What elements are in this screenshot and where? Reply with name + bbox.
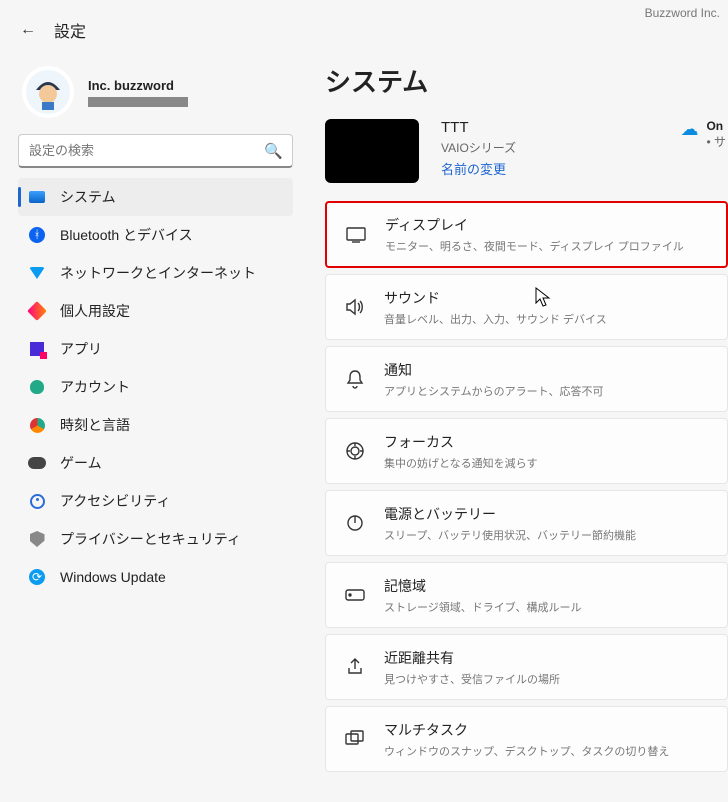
sidebar-item-windows-update[interactable]: ⟳ Windows Update: [18, 558, 293, 596]
sidebar-item-label: ゲーム: [60, 453, 102, 473]
sidebar-item-label: プライバシーとセキュリティ: [60, 529, 241, 549]
sidebar-item-label: アクセシビリティ: [60, 491, 170, 511]
avatar: [22, 66, 74, 118]
share-icon: [344, 658, 366, 676]
card-power[interactable]: 電源とバッテリースリープ、バッテリ使用状況、バッテリー節約機能: [325, 490, 728, 556]
bell-icon: [344, 369, 366, 389]
card-title: 電源とバッテリー: [384, 504, 636, 524]
device-name: TTT: [441, 119, 516, 136]
focus-icon: [344, 441, 366, 461]
brush-icon: [28, 302, 46, 320]
sidebar-item-bluetooth[interactable]: ᚼ Bluetooth とデバイス: [18, 216, 293, 254]
card-sub: ウィンドウのスナップ、デスクトップ、タスクの切り替え: [384, 743, 669, 759]
sidebar-item-label: 時刻と言語: [60, 415, 130, 435]
card-sub: ストレージ領域、ドライブ、構成ルール: [384, 599, 581, 615]
settings-list: ディスプレイモニター、明るさ、夜間モード、ディスプレイ プロファイル サウンド音…: [325, 201, 728, 772]
card-title: 近距離共有: [384, 648, 560, 668]
device-thumbnail: [325, 119, 419, 183]
back-icon[interactable]: ←: [20, 21, 36, 39]
card-sub: 見つけやすさ、受信ファイルの場所: [384, 671, 560, 687]
card-sub: スリープ、バッテリ使用状況、バッテリー節約機能: [384, 527, 636, 543]
sidebar-item-label: Bluetooth とデバイス: [60, 225, 193, 245]
power-icon: [344, 514, 366, 532]
search-input[interactable]: [18, 134, 293, 168]
multitask-icon: [344, 730, 366, 748]
sidebar-item-system[interactable]: システム: [18, 178, 293, 216]
onedrive-block[interactable]: ☁ On • サ: [680, 119, 728, 150]
sidebar-item-personalization[interactable]: 個人用設定: [18, 292, 293, 330]
sidebar-item-label: Windows Update: [60, 569, 166, 585]
search-box[interactable]: 🔍: [18, 134, 293, 168]
sidebar-item-label: アカウント: [60, 377, 130, 397]
card-sub: アプリとシステムからのアラート、応答不可: [384, 383, 603, 399]
bluetooth-icon: ᚼ: [28, 226, 46, 244]
card-sub: モニター、明るさ、夜間モード、ディスプレイ プロファイル: [385, 238, 684, 254]
accessibility-icon: [28, 492, 46, 510]
sidebar-item-gaming[interactable]: ゲーム: [18, 444, 293, 482]
card-sub: 集中の妨げとなる通知を減らす: [384, 455, 537, 471]
card-title: ディスプレイ: [385, 215, 684, 235]
profile-block[interactable]: Inc. buzzword: [18, 60, 293, 134]
sidebar-item-label: 個人用設定: [60, 301, 130, 321]
sidebar-item-time-language[interactable]: 時刻と言語: [18, 406, 293, 444]
card-title: サウンド: [384, 288, 607, 308]
onedrive-sub: • サ: [706, 133, 726, 150]
shield-icon: [28, 530, 46, 548]
search-icon: 🔍: [264, 142, 283, 160]
card-title: マルチタスク: [384, 720, 669, 740]
sidebar-item-apps[interactable]: アプリ: [18, 330, 293, 368]
sidebar-item-network[interactable]: ネットワークとインターネット: [18, 254, 293, 292]
sidebar: Inc. buzzword 🔍 システム ᚼ Bluetooth とデバイス ネッ…: [0, 52, 305, 802]
sidebar-item-accounts[interactable]: アカウント: [18, 368, 293, 406]
system-icon: [28, 188, 46, 206]
update-icon: ⟳: [28, 568, 46, 586]
device-series: VAIOシリーズ: [441, 139, 516, 156]
card-multitask[interactable]: マルチタスクウィンドウのスナップ、デスクトップ、タスクの切り替え: [325, 706, 728, 772]
sidebar-item-accessibility[interactable]: アクセシビリティ: [18, 482, 293, 520]
card-focus[interactable]: フォーカス集中の妨げとなる通知を減らす: [325, 418, 728, 484]
sidebar-item-privacy[interactable]: プライバシーとセキュリティ: [18, 520, 293, 558]
card-title: フォーカス: [384, 432, 537, 452]
card-storage[interactable]: 記憶域ストレージ領域、ドライブ、構成ルール: [325, 562, 728, 628]
cloud-icon: ☁: [680, 119, 698, 140]
card-display[interactable]: ディスプレイモニター、明るさ、夜間モード、ディスプレイ プロファイル: [325, 201, 728, 268]
device-summary: TTT VAIOシリーズ 名前の変更 ☁ On • サ: [325, 119, 728, 183]
rename-link[interactable]: 名前の変更: [441, 159, 516, 178]
sound-icon: [344, 298, 366, 316]
sidebar-item-label: ネットワークとインターネット: [60, 263, 256, 283]
main-panel: システム TTT VAIOシリーズ 名前の変更 ☁ On • サ ディスプレイモ…: [305, 52, 728, 802]
storage-icon: [344, 589, 366, 601]
page-title: システム: [325, 62, 728, 99]
globe-icon: [28, 416, 46, 434]
card-nearby-share[interactable]: 近距離共有見つけやすさ、受信ファイルの場所: [325, 634, 728, 700]
wifi-icon: [28, 264, 46, 282]
display-icon: [345, 227, 367, 243]
sidebar-item-label: アプリ: [60, 339, 102, 359]
person-icon: [28, 378, 46, 396]
card-sub: 音量レベル、出力、入力、サウンド デバイス: [384, 311, 607, 327]
card-title: 記憶域: [384, 576, 581, 596]
topbar: ← 設定: [0, 0, 728, 52]
gamepad-icon: [28, 454, 46, 472]
profile-name: Inc. buzzword: [88, 78, 188, 93]
card-title: 通知: [384, 360, 603, 380]
sidebar-item-label: システム: [60, 187, 116, 207]
window-title: 設定: [54, 18, 86, 42]
card-notifications[interactable]: 通知アプリとシステムからのアラート、応答不可: [325, 346, 728, 412]
apps-icon: [28, 340, 46, 358]
profile-email-redacted: [88, 97, 188, 107]
brand-label: Buzzword Inc.: [645, 6, 720, 20]
onedrive-title: On: [706, 119, 726, 133]
card-sound[interactable]: サウンド音量レベル、出力、入力、サウンド デバイス: [325, 274, 728, 340]
nav-list: システム ᚼ Bluetooth とデバイス ネットワークとインターネット 個人用…: [18, 178, 293, 596]
